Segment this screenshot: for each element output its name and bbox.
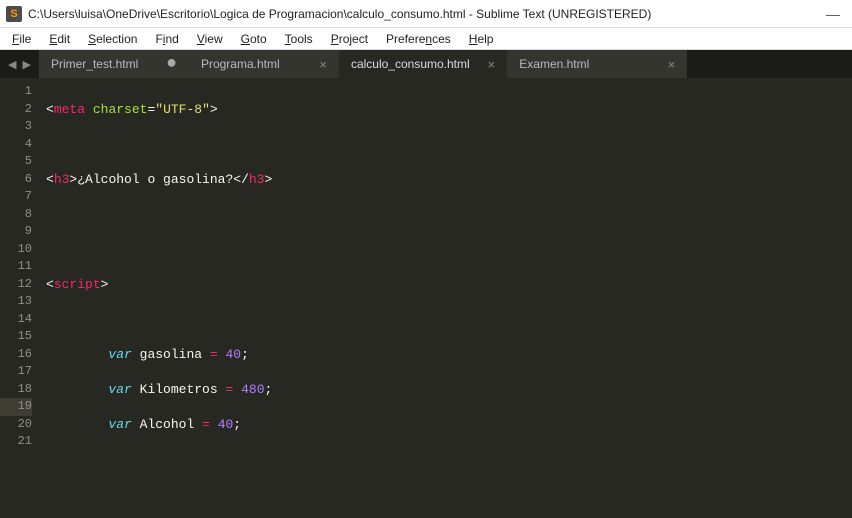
nav-right-icon[interactable]: ▶ xyxy=(22,58,30,71)
line-number: 11 xyxy=(0,258,32,276)
app-icon: S xyxy=(6,6,22,22)
line-number: 4 xyxy=(0,136,32,154)
tabbar: ◀ ▶ Primer_test.html ● Programa.html × c… xyxy=(0,50,852,78)
line-number: 14 xyxy=(0,311,32,329)
close-icon[interactable]: × xyxy=(319,57,327,72)
menu-edit[interactable]: Edit xyxy=(41,30,78,48)
menu-file[interactable]: File xyxy=(4,30,39,48)
tab-examen[interactable]: Examen.html × xyxy=(507,50,687,78)
close-icon[interactable]: × xyxy=(668,57,676,72)
line-number: 8 xyxy=(0,206,32,224)
menu-view[interactable]: View xyxy=(189,30,231,48)
code-area[interactable]: 123456789101112131415161718192021 <meta … xyxy=(0,78,852,518)
menu-selection[interactable]: Selection xyxy=(80,30,145,48)
menu-help[interactable]: Help xyxy=(461,30,502,48)
line-number: 13 xyxy=(0,293,32,311)
line-number: 17 xyxy=(0,363,32,381)
line-number: 18 xyxy=(0,381,32,399)
editor-area: ◀ ▶ Primer_test.html ● Programa.html × c… xyxy=(0,50,852,518)
line-number: 12 xyxy=(0,276,32,294)
minimize-button[interactable]: — xyxy=(826,6,840,22)
tab-label: Programa.html xyxy=(201,57,280,71)
line-number: 1 xyxy=(0,83,32,101)
gutter: 123456789101112131415161718192021 xyxy=(0,78,42,518)
code-content[interactable]: <meta charset="UTF-8"> <h3>¿Alcohol o ga… xyxy=(42,78,824,518)
tab-primer-test[interactable]: Primer_test.html ● xyxy=(39,50,189,78)
nav-left-icon[interactable]: ◀ xyxy=(8,58,16,71)
line-number: 2 xyxy=(0,101,32,119)
line-number: 21 xyxy=(0,433,32,451)
menubar: File Edit Selection Find View Goto Tools… xyxy=(0,28,852,50)
line-number: 16 xyxy=(0,346,32,364)
line-number: 3 xyxy=(0,118,32,136)
close-icon[interactable]: × xyxy=(488,57,496,72)
titlebar: S C:\Users\luisa\OneDrive\Escritorio\Log… xyxy=(0,0,852,28)
line-number: 19 xyxy=(0,398,32,416)
minimap[interactable] xyxy=(824,78,852,518)
menu-preferences[interactable]: Preferences xyxy=(378,30,459,48)
menu-tools[interactable]: Tools xyxy=(277,30,321,48)
line-number: 20 xyxy=(0,416,32,434)
window-title: C:\Users\luisa\OneDrive\Escritorio\Logic… xyxy=(28,7,826,21)
line-number: 15 xyxy=(0,328,32,346)
tab-label: Examen.html xyxy=(519,57,589,71)
line-number: 5 xyxy=(0,153,32,171)
menu-goto[interactable]: Goto xyxy=(233,30,275,48)
tab-calculo-consumo[interactable]: calculo_consumo.html × xyxy=(339,50,507,78)
tab-label: Primer_test.html xyxy=(51,57,138,71)
tab-programa[interactable]: Programa.html × xyxy=(189,50,339,78)
tab-label: calculo_consumo.html xyxy=(351,57,470,71)
line-number: 9 xyxy=(0,223,32,241)
menu-project[interactable]: Project xyxy=(323,30,376,48)
line-number: 10 xyxy=(0,241,32,259)
line-number: 6 xyxy=(0,171,32,189)
line-number: 7 xyxy=(0,188,32,206)
menu-find[interactable]: Find xyxy=(147,30,186,48)
